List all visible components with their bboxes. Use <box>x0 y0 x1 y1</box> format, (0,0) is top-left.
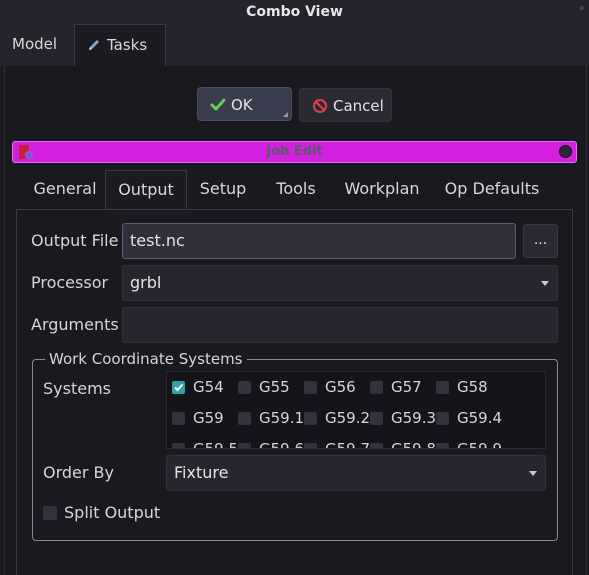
browse-button[interactable]: ... <box>523 224 558 258</box>
order-by-select[interactable]: Fixture <box>166 455 546 491</box>
ok-label: OK <box>231 96 253 114</box>
checkbox-icon[interactable] <box>436 443 449 448</box>
wcs-label: G59.7 <box>325 440 371 449</box>
cancel-button[interactable]: Cancel <box>299 88 392 122</box>
tab-tools[interactable]: Tools <box>265 170 327 210</box>
chevron-down-icon <box>529 471 537 476</box>
arguments-label: Arguments <box>31 315 119 334</box>
processor-label: Processor <box>31 273 109 292</box>
wcs-label: G59.4 <box>457 409 503 427</box>
tab-model-label: Model <box>12 35 58 53</box>
checkbox-icon[interactable] <box>238 381 251 394</box>
wcs-label: G55 <box>259 378 290 396</box>
tab-general[interactable]: General <box>20 170 110 210</box>
wcs-g59-7[interactable]: G59.7 <box>304 439 371 449</box>
wcs-g59-1[interactable]: G59.1 <box>238 408 304 428</box>
checkbox-icon[interactable] <box>304 412 317 425</box>
checkbox-icon[interactable] <box>436 381 449 394</box>
ok-button[interactable]: OK <box>197 87 292 121</box>
order-by-value: Fixture <box>174 463 229 482</box>
view-tabs: Model Tasks <box>0 24 589 66</box>
checkmark-icon <box>210 98 226 111</box>
cancel-label: Cancel <box>333 97 384 115</box>
wcs-label: G56 <box>325 378 356 396</box>
wcs-g55[interactable]: G55 <box>238 377 290 397</box>
chevron-down-icon <box>541 281 549 286</box>
wcs-label: G59.1 <box>259 409 305 427</box>
output-file-label: Output File <box>31 231 119 250</box>
processor-value: grbl <box>130 273 162 292</box>
wcs-label: G59.2 <box>325 409 371 427</box>
checkbox-icon[interactable] <box>304 381 317 394</box>
wcs-label: G58 <box>457 378 488 396</box>
wcs-g56[interactable]: G56 <box>304 377 356 397</box>
cancel-icon <box>313 99 327 113</box>
wcs-label: G59.6 <box>259 440 305 449</box>
wcs-g59-6[interactable]: G59.6 <box>238 439 305 449</box>
wcs-g59-5[interactable]: G59.5 <box>172 439 239 449</box>
output-file-input[interactable]: test.nc <box>122 223 516 259</box>
tab-model[interactable]: Model <box>0 24 74 66</box>
wcs-label: G59.8 <box>391 440 437 449</box>
wcs-label: G54 <box>193 378 224 396</box>
wcs-label: G57 <box>391 378 422 396</box>
tab-tasks-label: Tasks <box>107 36 148 54</box>
arguments-input[interactable] <box>122 307 558 343</box>
tab-tasks[interactable]: Tasks <box>74 24 166 66</box>
wcs-g59-3[interactable]: G59.3 <box>370 408 436 428</box>
checkbox-icon[interactable] <box>238 443 251 448</box>
checkbox-icon[interactable] <box>304 443 317 448</box>
wcs-g59[interactable]: G59 <box>172 408 224 428</box>
job-edit-title: Job Edit <box>266 144 323 159</box>
systems-list[interactable]: G54 G55 G56 G57 G58 G59 G59.1 G59.2 G59.… <box>166 371 546 449</box>
split-output-checkbox[interactable] <box>43 506 57 520</box>
wcs-group-title: Work Coordinate Systems <box>45 349 247 369</box>
checkbox-icon[interactable] <box>238 412 251 425</box>
wcs-g59-2[interactable]: G59.2 <box>304 408 370 428</box>
wcs-label: G59.3 <box>391 409 437 427</box>
systems-label: Systems <box>43 379 111 398</box>
split-output-label: Split Output <box>64 503 161 522</box>
job-edit-titlebar: Job Edit <box>12 141 577 163</box>
tab-op-defaults[interactable]: Op Defaults <box>440 170 544 210</box>
checkbox-checked-icon[interactable] <box>172 381 185 394</box>
wcs-g59-9[interactable]: G59.9 <box>436 439 503 449</box>
order-by-label: Order By <box>43 463 114 482</box>
processor-select[interactable]: grbl <box>122 265 558 301</box>
tab-workplan[interactable]: Workplan <box>337 170 427 210</box>
checkbox-icon[interactable] <box>370 381 383 394</box>
checkbox-icon[interactable] <box>370 412 383 425</box>
wcs-g59-4[interactable]: G59.4 <box>436 408 502 428</box>
wcs-label: G59.9 <box>457 440 503 449</box>
wcs-g57[interactable]: G57 <box>370 377 422 397</box>
resize-corner-icon <box>283 112 288 117</box>
combo-view-titlebar: Combo View ◦ <box>0 0 589 24</box>
tab-setup[interactable]: Setup <box>190 170 256 210</box>
tab-output[interactable]: Output <box>105 170 187 210</box>
checkbox-icon[interactable] <box>370 443 383 448</box>
close-panel-icon[interactable] <box>559 145 572 158</box>
wcs-label: G59 <box>193 409 224 427</box>
pencil-icon <box>89 40 99 50</box>
float-icon[interactable]: ◦ <box>579 2 586 15</box>
checkbox-icon[interactable] <box>172 443 185 448</box>
wcs-g59-8[interactable]: G59.8 <box>370 439 437 449</box>
job-tabs: General Output Setup Tools Workplan Op D… <box>12 166 577 210</box>
checkbox-icon[interactable] <box>172 412 185 425</box>
wcs-g54[interactable]: G54 <box>172 377 224 397</box>
window-title: Combo View <box>246 4 343 20</box>
wcs-g58[interactable]: G58 <box>436 377 488 397</box>
wcs-label: G59.5 <box>193 440 239 449</box>
checkbox-icon[interactable] <box>436 412 449 425</box>
output-file-value: test.nc <box>130 231 185 250</box>
